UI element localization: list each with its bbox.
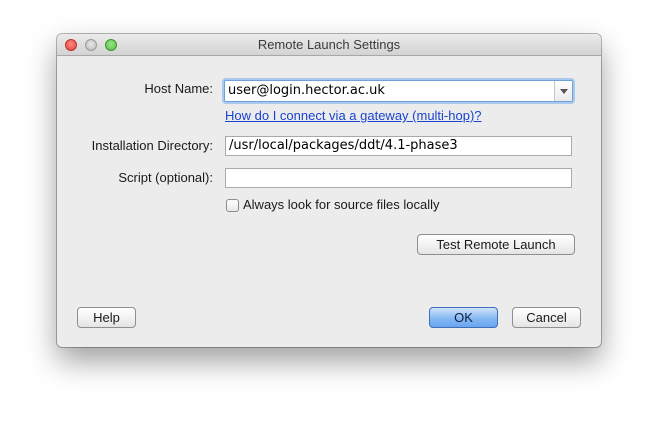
host-name-value[interactable]: user@login.hector.ac.uk	[228, 82, 385, 100]
host-name-label: Host Name:	[144, 81, 213, 96]
remote-launch-settings-dialog: Remote Launch Settings Host Name: user@l…	[57, 34, 601, 347]
ok-button[interactable]: OK	[429, 307, 498, 328]
local-source-files-label[interactable]: Always look for source files locally	[243, 196, 440, 214]
host-name-combobox[interactable]: user@login.hector.ac.uk	[224, 80, 573, 102]
help-button[interactable]: Help	[77, 307, 136, 328]
window-title: Remote Launch Settings	[257, 37, 401, 52]
chevron-down-icon[interactable]	[554, 81, 572, 101]
local-source-files-checkbox[interactable]	[226, 199, 239, 212]
script-label: Script (optional):	[118, 170, 213, 185]
installation-directory-label: Installation Directory:	[91, 138, 213, 153]
test-remote-launch-button[interactable]: Test Remote Launch	[417, 234, 575, 255]
gateway-help-link[interactable]: How do I connect via a gateway (multi-ho…	[225, 108, 482, 123]
title-bar: Remote Launch Settings	[57, 34, 601, 56]
installation-directory-field[interactable]: /usr/local/packages/ddt/4.1-phase3	[225, 136, 572, 156]
cancel-button[interactable]: Cancel	[512, 307, 581, 328]
script-field[interactable]	[225, 168, 572, 188]
